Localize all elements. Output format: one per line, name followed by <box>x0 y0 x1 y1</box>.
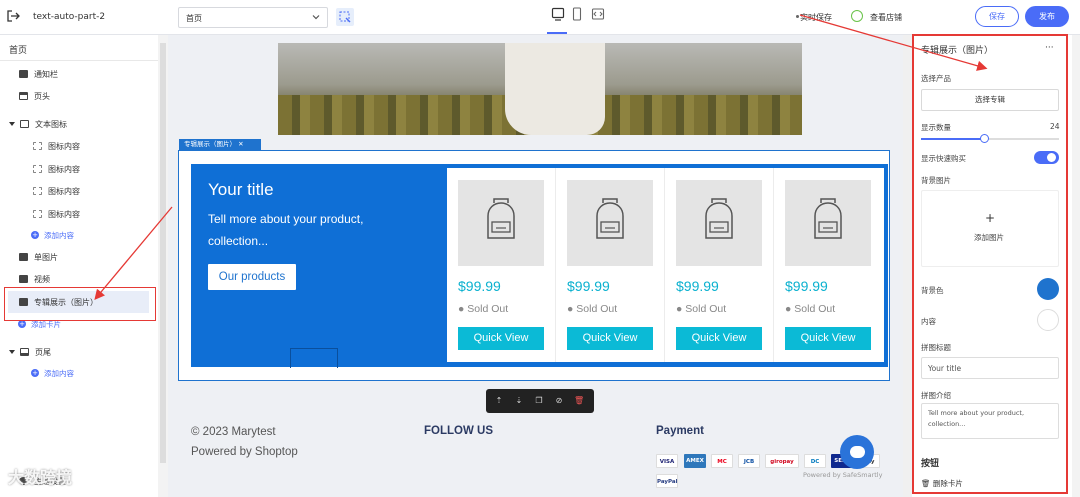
arrow-to-sidebar <box>94 206 173 300</box>
annotation-arrows <box>94 14 988 300</box>
arrow-to-panel <box>799 14 988 71</box>
watermark-logo: 大数跨境 <box>8 468 73 487</box>
